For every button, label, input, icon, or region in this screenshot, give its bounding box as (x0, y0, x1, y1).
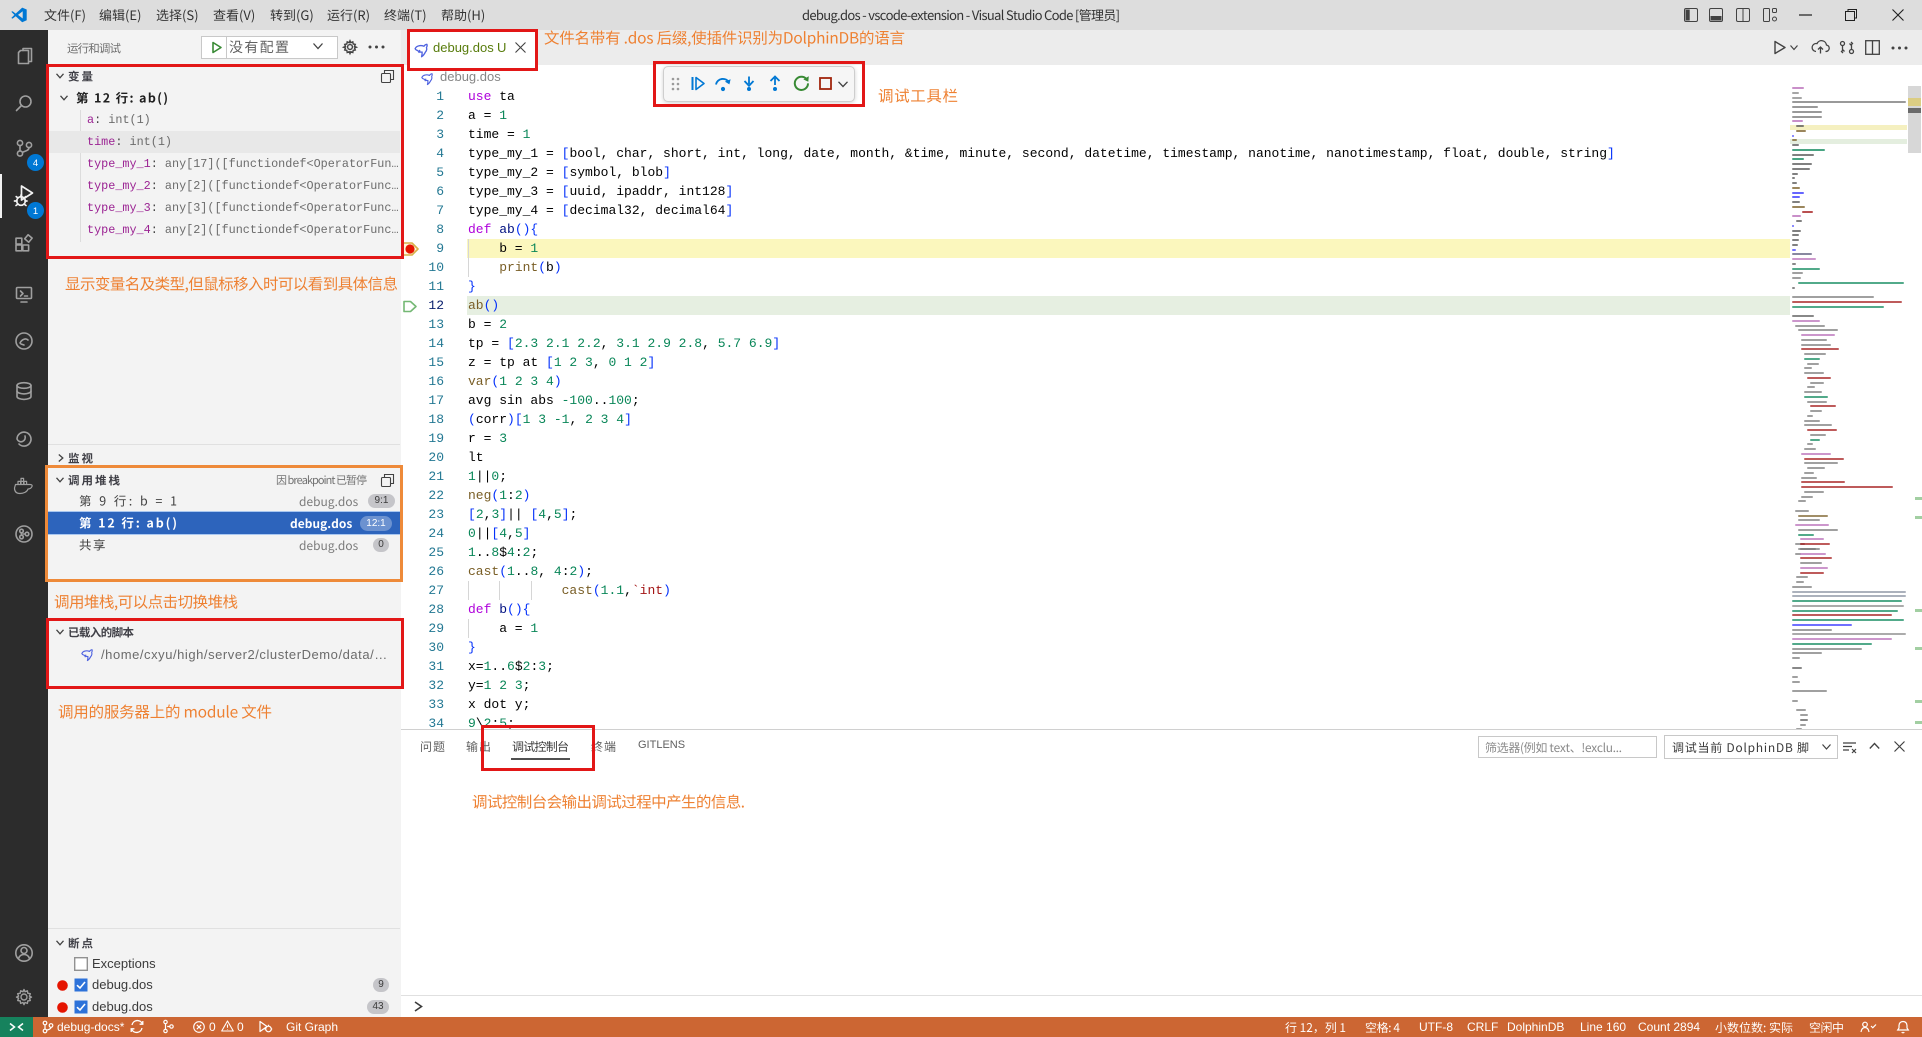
svg-text:1: 1 (33, 206, 38, 217)
svg-text:4: 4 (33, 158, 38, 169)
